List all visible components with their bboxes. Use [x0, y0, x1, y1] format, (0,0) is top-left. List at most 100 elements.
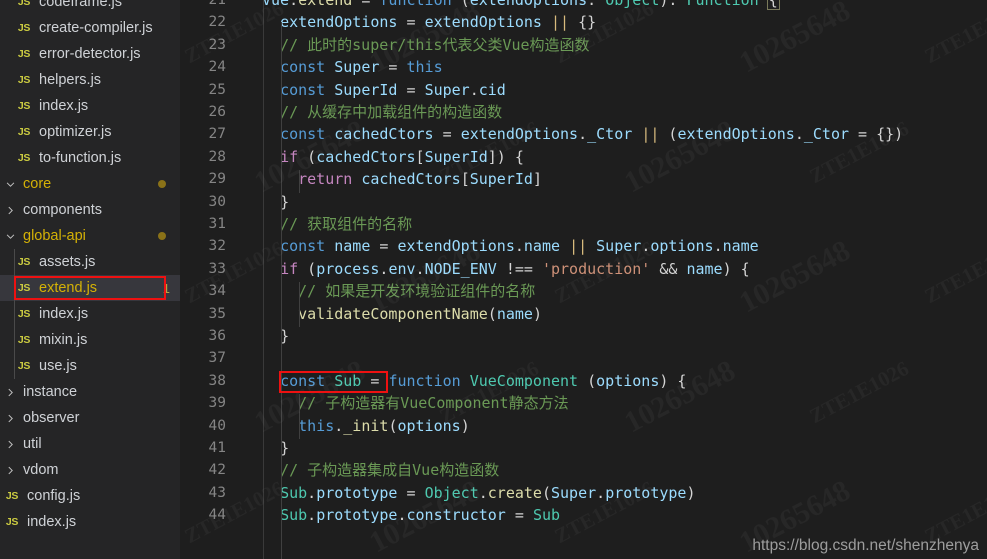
code-token: // 获取组件的名称 [280, 215, 413, 233]
code-token: ) { [659, 371, 687, 390]
code-line[interactable]: 40 this._init(options) [180, 415, 987, 437]
tree-item-to-function-js[interactable]: JS to-function.js [0, 145, 180, 171]
code-line[interactable]: 36 } [180, 325, 987, 347]
code-token: Super [596, 237, 642, 256]
chevron-right-icon[interactable] [2, 465, 18, 476]
watermark-url: https://blog.csdn.net/shenzhenya [752, 537, 979, 554]
code-token: = [397, 483, 425, 502]
code-line[interactable]: 29 return cachedCtors[SuperId] [180, 168, 987, 190]
chevron-right-icon[interactable] [2, 387, 18, 398]
tree-item-config-js[interactable]: JS config.js [0, 483, 180, 509]
chevron-down-icon[interactable] [2, 179, 18, 190]
code-token: validateComponentName [298, 304, 488, 323]
tree-item-index-js[interactable]: JS index.js [0, 509, 180, 535]
indent-guide-sub-body [299, 394, 300, 439]
tree-item-index-js[interactable]: JS index.js [0, 93, 180, 119]
code-line[interactable]: 37 [180, 347, 987, 369]
code-token: options [650, 237, 714, 256]
tree-item-optimizer-js[interactable]: JS optimizer.js [0, 119, 180, 145]
code-line[interactable]: 24 const Super = this [180, 56, 987, 78]
tree-item-mixin-js[interactable]: JS mixin.js [0, 327, 180, 353]
code-line-text: const Sub = function VueComponent (optio… [242, 370, 987, 392]
tree-item-label: helpers.js [39, 72, 102, 88]
code-token: !== [505, 259, 533, 278]
tree-item-observer[interactable]: observer [0, 405, 180, 431]
tree-item-core[interactable]: core [0, 171, 180, 197]
code-line[interactable]: 22 extendOptions = extendOptions || {} [180, 11, 987, 33]
code-token: function [388, 371, 461, 390]
chevron-right-icon[interactable] [2, 439, 18, 450]
code-line[interactable]: 33 if (process.env.NODE_ENV !== 'product… [180, 258, 987, 280]
code-line-text: // 子构造器有VueComponent静态方法 [242, 392, 987, 414]
code-line[interactable]: 31 // 获取组件的名称 [180, 213, 987, 235]
code-token: ) [460, 416, 470, 435]
tree-item-util[interactable]: util [0, 431, 180, 457]
code-line[interactable]: 28 if (cachedCtors[SuperId]) { [180, 146, 987, 168]
code-line[interactable]: 27 const cachedCtors = extendOptions._Ct… [180, 123, 987, 145]
code-token: Sub [280, 506, 308, 525]
code-line-text: extendOptions = extendOptions || {} [242, 11, 987, 33]
code-token: name [496, 304, 533, 323]
code-line[interactable]: 42 // 子构造器集成自Vue构造函数 [180, 459, 987, 481]
tree-item-components[interactable]: components [0, 197, 180, 223]
tree-item-index-js[interactable]: JS index.js [0, 301, 180, 327]
tree-item-use-js[interactable]: JS use.js [0, 353, 180, 379]
line-number: 24 [208, 59, 226, 76]
chevron-right-icon[interactable] [2, 205, 18, 216]
tree-item-error-detector-js[interactable]: JS error-detector.js [0, 41, 180, 67]
code-line[interactable]: 43 Sub.prototype = Object.create(Super.p… [180, 482, 987, 504]
code-editor[interactable]: 21 Vue.extend = function (extendOptions: … [180, 0, 987, 559]
code-token: cid [478, 80, 506, 99]
js-file-icon: JS [17, 256, 31, 268]
code-token: SuperId [334, 80, 398, 99]
code-line-text: } [242, 325, 987, 347]
line-number: 40 [208, 417, 226, 434]
code-line[interactable]: 23 // 此时的super/this代表父类Vue构造函数 [180, 34, 987, 56]
tree-item-label: index.js [39, 98, 89, 114]
code-line[interactable]: 25 const SuperId = Super.cid [180, 79, 987, 101]
code-line[interactable]: 41 } [180, 437, 987, 459]
line-number: 44 [208, 507, 226, 524]
tree-item-label: extend.js [39, 280, 98, 296]
code-token: extendOptions [424, 13, 542, 32]
code-line[interactable]: 32 const name = extendOptions.name || Su… [180, 235, 987, 257]
code-token: // 子构造器集成自Vue构造函数 [280, 461, 500, 480]
code-token: // 从缓存中加载组件的构造函数 [280, 103, 503, 121]
code-token: . [469, 80, 479, 99]
code-token: || [569, 237, 588, 256]
tree-item-label: index.js [27, 514, 77, 530]
code-token: . [794, 125, 804, 144]
js-file-icon: JS [17, 100, 31, 112]
code-line[interactable]: 21 Vue.extend = function (extendOptions: … [180, 0, 987, 11]
code-token: // 子构造器有VueComponent静态方法 [298, 394, 569, 413]
code-token: 'production' [541, 259, 651, 278]
tree-item-helpers-js[interactable]: JS helpers.js [0, 67, 180, 93]
code-line[interactable]: 38 const Sub = function VueComponent (op… [180, 370, 987, 392]
code-line[interactable]: 26 // 从缓存中加载组件的构造函数 [180, 101, 987, 123]
tree-item-label: instance [23, 384, 78, 400]
code-line-text: Vue.extend = function (extendOptions: Ob… [242, 0, 987, 11]
code-line[interactable]: 34 // 如果是开发环境验证组件的名称 [180, 280, 987, 302]
explorer-sidebar[interactable]: JS codeframe.js JS create-compiler.js JS erro… [0, 0, 180, 559]
tree-item-instance[interactable]: instance [0, 379, 180, 405]
chevron-down-icon[interactable] [2, 231, 18, 242]
code-line-text: this._init(options) [242, 415, 987, 437]
tree-item-codeframe-js[interactable]: JS codeframe.js [0, 0, 180, 15]
tree-item-extend-js[interactable]: JS extend.js 1 [0, 275, 180, 301]
code-line[interactable]: 44 Sub.prototype.constructor = Sub [180, 504, 987, 526]
code-line[interactable]: 30 } [180, 191, 987, 213]
tree-item-assets-js[interactable]: JS assets.js [0, 249, 180, 275]
code-content[interactable]: 21 Vue.extend = function (extendOptions: … [180, 0, 987, 559]
tree-item-vdom[interactable]: vdom [0, 457, 180, 483]
code-line[interactable]: 35 validateComponentName(name) [180, 303, 987, 325]
code-line[interactable]: 39 // 子构造器有VueComponent静态方法 [180, 392, 987, 414]
code-token: = [433, 125, 461, 144]
line-number: 36 [208, 328, 226, 344]
tree-item-create-compiler-js[interactable]: JS create-compiler.js [0, 15, 180, 41]
code-token: Function [686, 0, 759, 9]
tree-item-global-api[interactable]: global-api [0, 223, 180, 249]
chevron-right-icon[interactable] [2, 413, 18, 424]
